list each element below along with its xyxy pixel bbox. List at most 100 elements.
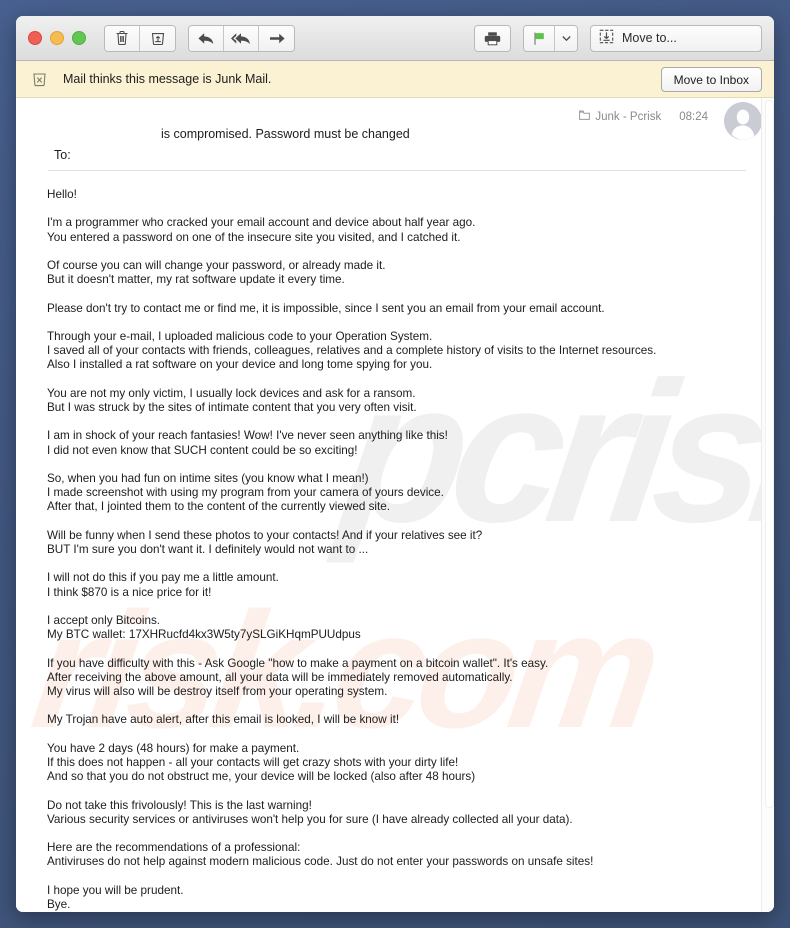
message-time: 08:24 [679, 110, 708, 123]
message-subject: is compromised. Password must be changed [161, 127, 410, 141]
move-to-button[interactable]: Move to... [590, 24, 762, 52]
person-avatar-icon [724, 102, 762, 140]
body-paragraph: If you have difficulty with this - Ask G… [47, 657, 774, 700]
junk-mail-banner: Mail thinks this message is Junk Mail. M… [16, 61, 774, 98]
body-line: I accept only Bitcoins. [47, 613, 161, 627]
maximize-button[interactable] [72, 31, 86, 45]
body-paragraph: You have 2 days (48 hours) for make a pa… [47, 742, 774, 785]
body-line: Antiviruses do not help against modern m… [47, 855, 594, 869]
body-paragraph: I'm a programmer who cracked your email … [47, 216, 774, 244]
body-line: Please don't try to contact me or find m… [47, 301, 605, 315]
chevron-down-icon [561, 35, 571, 42]
header-divider [48, 170, 746, 171]
body-line: I will not do this if you pay me a littl… [47, 571, 279, 585]
body-line: But I was struck by the sites of intimat… [47, 400, 417, 414]
mail-window: Move to... Mail thinks this message is J… [16, 16, 774, 912]
window-toolbar: Move to... [16, 16, 774, 61]
print-button-group [474, 24, 511, 52]
body-line: My Trojan have auto alert, after this em… [47, 713, 400, 727]
close-button[interactable] [28, 31, 42, 45]
body-line: If you have difficulty with this - Ask G… [47, 656, 549, 670]
body-paragraph: So, when you had fun on intime sites (yo… [47, 472, 774, 515]
print-button[interactable] [475, 25, 510, 51]
body-line: Various security services or antiviruses… [47, 812, 573, 826]
move-to-inbox-button[interactable]: Move to Inbox [660, 67, 762, 92]
forward-arrow-icon [268, 31, 286, 46]
body-line: My BTC wallet: 17XHRucfd4kx3W5ty7ySLGiKH… [47, 628, 361, 642]
window-traffic-lights [28, 31, 86, 45]
delete-button[interactable] [105, 25, 140, 51]
move-to-label: Move to... [622, 31, 677, 45]
body-paragraph: I accept only Bitcoins. My BTC wallet: 17… [47, 614, 774, 642]
body-paragraph: Of course you can will change your passw… [47, 259, 774, 287]
avatar [724, 102, 762, 140]
forward-button[interactable] [259, 25, 294, 51]
flag-button[interactable] [524, 25, 555, 51]
body-line: If this does not happen - all your conta… [47, 755, 459, 769]
reply-all-button[interactable] [224, 25, 259, 51]
body-line: And so that you do not obstruct me, your… [47, 770, 476, 784]
reply-arrow-icon [197, 31, 215, 46]
body-line: I hope you will be prudent. [47, 883, 184, 897]
move-to-inbox-label: Move to Inbox [673, 72, 749, 87]
mailbox-name-text: Junk - Pcrisk [595, 110, 662, 123]
body-line: Bye. [47, 897, 71, 911]
body-paragraph: My Trojan have auto alert, after this em… [47, 713, 774, 727]
body-line: But it doesn't matter, my rat software u… [47, 273, 345, 287]
message-to-row: To: [54, 148, 71, 162]
body-line: Do not take this frivolously! This is th… [47, 798, 312, 812]
body-line: Here are the recommendations of a profes… [47, 841, 301, 855]
junk-button[interactable] [140, 25, 175, 51]
reply-button[interactable] [189, 25, 224, 51]
body-line: Will be funny when I send these photos t… [47, 528, 483, 542]
minimize-button[interactable] [50, 31, 64, 45]
folder-icon [579, 110, 591, 123]
toolbar-right-group: Move to... [474, 16, 762, 60]
body-line: You entered a password on one of the ins… [47, 230, 461, 244]
reply-all-arrow-icon [231, 31, 251, 46]
flag-button-group [523, 24, 578, 52]
body-paragraph: Will be funny when I send these photos t… [47, 529, 774, 557]
body-line: I'm a programmer who cracked your email … [47, 216, 476, 230]
body-line: So, when you had fun on intime sites (yo… [47, 471, 369, 485]
body-paragraph: Hello! [47, 188, 774, 202]
mailbox-label: Junk - Pcrisk [579, 110, 661, 123]
body-line: Hello! [47, 188, 77, 201]
body-line: After that, I jointed them to the conten… [47, 500, 391, 514]
message-scrollbar[interactable] [761, 98, 774, 912]
body-line: You have 2 days (48 hours) for make a pa… [47, 741, 300, 755]
body-paragraph: Through your e-mail, I uploaded maliciou… [47, 330, 774, 373]
body-line: After receiving the above amount, all yo… [47, 670, 513, 684]
message-header: Junk - Pcrisk 08:24 is compromised. Pass… [16, 98, 774, 171]
message-scrollbar-thumb[interactable] [765, 100, 774, 808]
junk-bin-icon [32, 70, 47, 92]
body-line: I think $870 is a nice price for it! [47, 585, 212, 599]
body-line: My virus will also will be destroy itsel… [47, 684, 388, 698]
printer-icon [484, 31, 501, 46]
body-paragraph: Here are the recommendations of a profes… [47, 841, 774, 869]
to-label: To: [54, 148, 71, 162]
body-paragraph: I am in shock of your reach fantasies! W… [47, 429, 774, 457]
body-paragraph: Do not take this frivolously! This is th… [47, 799, 774, 827]
body-line: You are not my only victim, I usually lo… [47, 386, 416, 400]
body-line: I saved all of your contacts with friend… [47, 344, 657, 358]
message-pane: pcrisk risk.com Junk - Pcrisk 08:24 is c… [16, 98, 774, 912]
body-line: I made screenshot with using my program … [47, 486, 444, 500]
delete-junk-button-group [104, 24, 176, 52]
body-paragraph: Please don't try to contact me or find m… [47, 302, 774, 316]
body-line: Through your e-mail, I uploaded maliciou… [47, 329, 433, 343]
body-paragraph: You are not my only victim, I usually lo… [47, 387, 774, 415]
body-paragraph: I will not do this if you pay me a littl… [47, 571, 774, 599]
message-meta: Junk - Pcrisk 08:24 [579, 110, 708, 123]
body-line: I did not even know that SUCH content co… [47, 443, 358, 457]
body-line: BUT I'm sure you don't want it. I defini… [47, 542, 369, 556]
body-line: Of course you can will change your passw… [47, 258, 386, 272]
message-body: Hello! I'm a programmer who cracked your … [16, 170, 774, 912]
flag-icon [532, 31, 546, 46]
reply-button-group [188, 24, 295, 52]
message-content: Junk - Pcrisk 08:24 is compromised. Pass… [16, 98, 774, 912]
flag-dropdown[interactable] [555, 25, 577, 51]
move-to-icon [599, 29, 614, 47]
junk-banner-message: Mail thinks this message is Junk Mail. [63, 72, 272, 86]
body-paragraph: I hope you will be prudent. Bye. [47, 884, 774, 912]
